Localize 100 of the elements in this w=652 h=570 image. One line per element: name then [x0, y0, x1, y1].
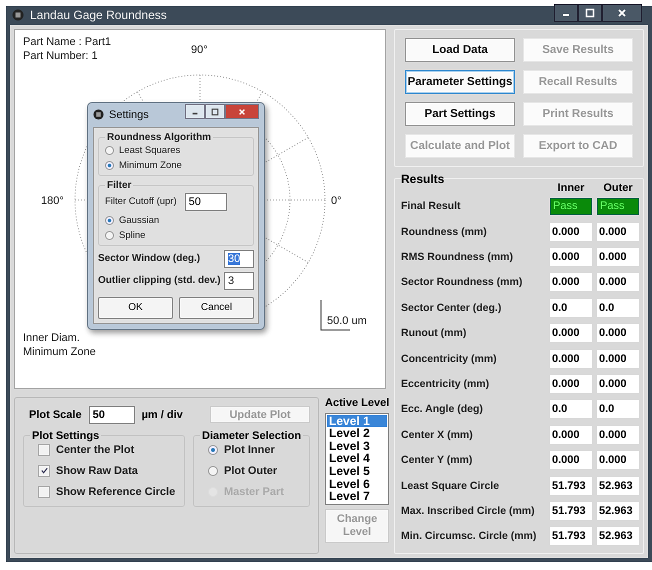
action-button[interactable]: Part Settings	[405, 102, 515, 126]
unit-label: µm / div	[142, 408, 183, 421]
value-field: 0.000	[597, 248, 639, 266]
value-field: 52.963	[597, 476, 639, 495]
value-field: 0.000	[550, 324, 592, 342]
checkbox-option[interactable]: Center the Plot	[30, 444, 178, 456]
app-icon	[12, 9, 24, 22]
value-field: 0.000	[597, 374, 639, 393]
dialog-button[interactable]: Cancel	[179, 296, 254, 319]
value-field: 0.000	[597, 324, 639, 342]
window-title: Landau Gage Roundness	[30, 8, 167, 22]
field-label: Filter Cutoff (upr)	[105, 196, 177, 208]
plot-legend-text: Minimum Zone	[23, 346, 96, 358]
value-field: 0.0	[597, 298, 639, 317]
value-field: 0.000	[550, 350, 592, 368]
list-item[interactable]: Level 1	[327, 414, 388, 428]
app-icon	[93, 109, 104, 120]
list-item[interactable]: Level 6	[327, 478, 388, 490]
value-field: 0.000	[550, 374, 592, 393]
part-number: Part Number: 1	[23, 50, 98, 62]
value-field: 51.793	[550, 476, 592, 495]
angle-label: 90°	[191, 44, 208, 56]
group-title: Filter	[106, 180, 132, 191]
radio-option[interactable]: Plot Inner	[200, 444, 304, 456]
column-header: Outer	[602, 182, 634, 194]
value-field: 0.000	[550, 273, 592, 292]
result-label: Center X (mm)	[401, 428, 474, 441]
value-field: 0.000	[597, 451, 639, 470]
value-field: 0.0	[550, 400, 592, 418]
action-button[interactable]: Load Data	[405, 38, 515, 62]
radio-option[interactable]: Gaussian	[105, 214, 247, 226]
input-field[interactable]: 50	[184, 192, 227, 211]
radio-option[interactable]: Spline	[105, 230, 247, 241]
scale-bar	[320, 300, 350, 331]
status-indicator: Pass	[550, 198, 592, 215]
list-item[interactable]: Level 5	[327, 464, 388, 478]
value-field: 51.793	[550, 527, 592, 546]
close-icon	[238, 108, 246, 116]
check-icon	[40, 466, 48, 476]
value-field: 0.000	[597, 350, 639, 368]
result-label: Max. Inscribed Circle (mm)	[401, 504, 536, 517]
result-label: Sector Center (deg.)	[401, 302, 502, 314]
group-title: Diameter Selection	[201, 430, 302, 442]
list-title: Active Level	[325, 396, 390, 409]
scale-label: 50.0 um	[327, 314, 367, 327]
maximize-button[interactable]	[205, 104, 225, 120]
result-label: Center Y (mm)	[401, 454, 474, 466]
result-label: Runout (mm)	[401, 327, 468, 340]
plot-legend-text: Inner Diam.	[23, 332, 80, 344]
dialog-title: Settings	[109, 108, 149, 121]
value-field: 0.000	[550, 451, 592, 470]
value-field: 0.000	[597, 273, 639, 292]
value-field: 51.793	[550, 502, 592, 520]
radio-option[interactable]: Plot Outer	[200, 464, 304, 477]
minimize-button[interactable]	[554, 4, 578, 22]
value-field: 52.963	[597, 502, 639, 520]
value-field: 0.0	[550, 298, 592, 317]
status-indicator: Pass	[597, 198, 639, 215]
list-item[interactable]: Level 2	[327, 427, 388, 440]
dialog-button[interactable]: OK	[98, 296, 173, 319]
angle-label: 0°	[331, 194, 342, 207]
input-field[interactable]: 50	[88, 406, 135, 424]
input-field[interactable]: 3	[224, 272, 254, 290]
input-field[interactable]: 30	[224, 250, 254, 268]
result-label: Sector Roundness (mm)	[401, 276, 524, 288]
group-title: Roundness Algorithm	[106, 132, 212, 143]
part-name: Part Name : Part1	[23, 36, 112, 48]
checkbox-option[interactable]: Show Reference Circle	[30, 486, 178, 498]
value-field: 52.963	[597, 527, 639, 546]
result-label: Least Square Circle	[401, 480, 500, 492]
value-field: 0.000	[597, 222, 639, 241]
field-label: Outlier clipping (std. dev.)	[98, 275, 221, 286]
group-title: Results	[401, 172, 444, 186]
field-label: Sector Window (deg.)	[98, 253, 200, 264]
result-label: Concentricity (mm)	[401, 352, 498, 365]
result-label: Eccentricity (mm)	[401, 378, 490, 390]
result-label: Min. Circumsc. Circle (mm)	[401, 530, 538, 542]
field-label: Plot Scale	[29, 408, 82, 421]
maximize-button[interactable]	[578, 4, 602, 22]
radio-option[interactable]: Minimum Zone	[105, 160, 247, 171]
value-field: 0.000	[597, 426, 639, 444]
list-item[interactable]: Level 7	[327, 490, 388, 503]
result-label: RMS Roundness (mm)	[401, 251, 514, 263]
radio-option[interactable]: Least Squares	[105, 144, 247, 156]
list-item[interactable]: Level 4	[327, 452, 388, 465]
column-header: Inner	[556, 182, 586, 194]
maximize-icon	[211, 108, 219, 116]
list-item[interactable]: Level 3	[327, 440, 388, 452]
result-label: Roundness (mm)	[401, 226, 488, 238]
close-button[interactable]	[602, 4, 642, 22]
value-field: 0.000	[550, 426, 592, 444]
angle-label: 180°	[41, 194, 64, 207]
checkbox-option[interactable]: Show Raw Data	[30, 464, 178, 477]
value-field: 0.000	[550, 222, 592, 241]
maximize-icon	[585, 8, 595, 18]
value-field: 0.000	[550, 248, 592, 266]
result-label: Ecc. Angle (deg)	[401, 403, 484, 416]
value-field: 0.0	[597, 400, 639, 418]
group-title: Plot Settings	[31, 430, 100, 442]
action-button[interactable]: Parameter Settings	[405, 70, 515, 94]
